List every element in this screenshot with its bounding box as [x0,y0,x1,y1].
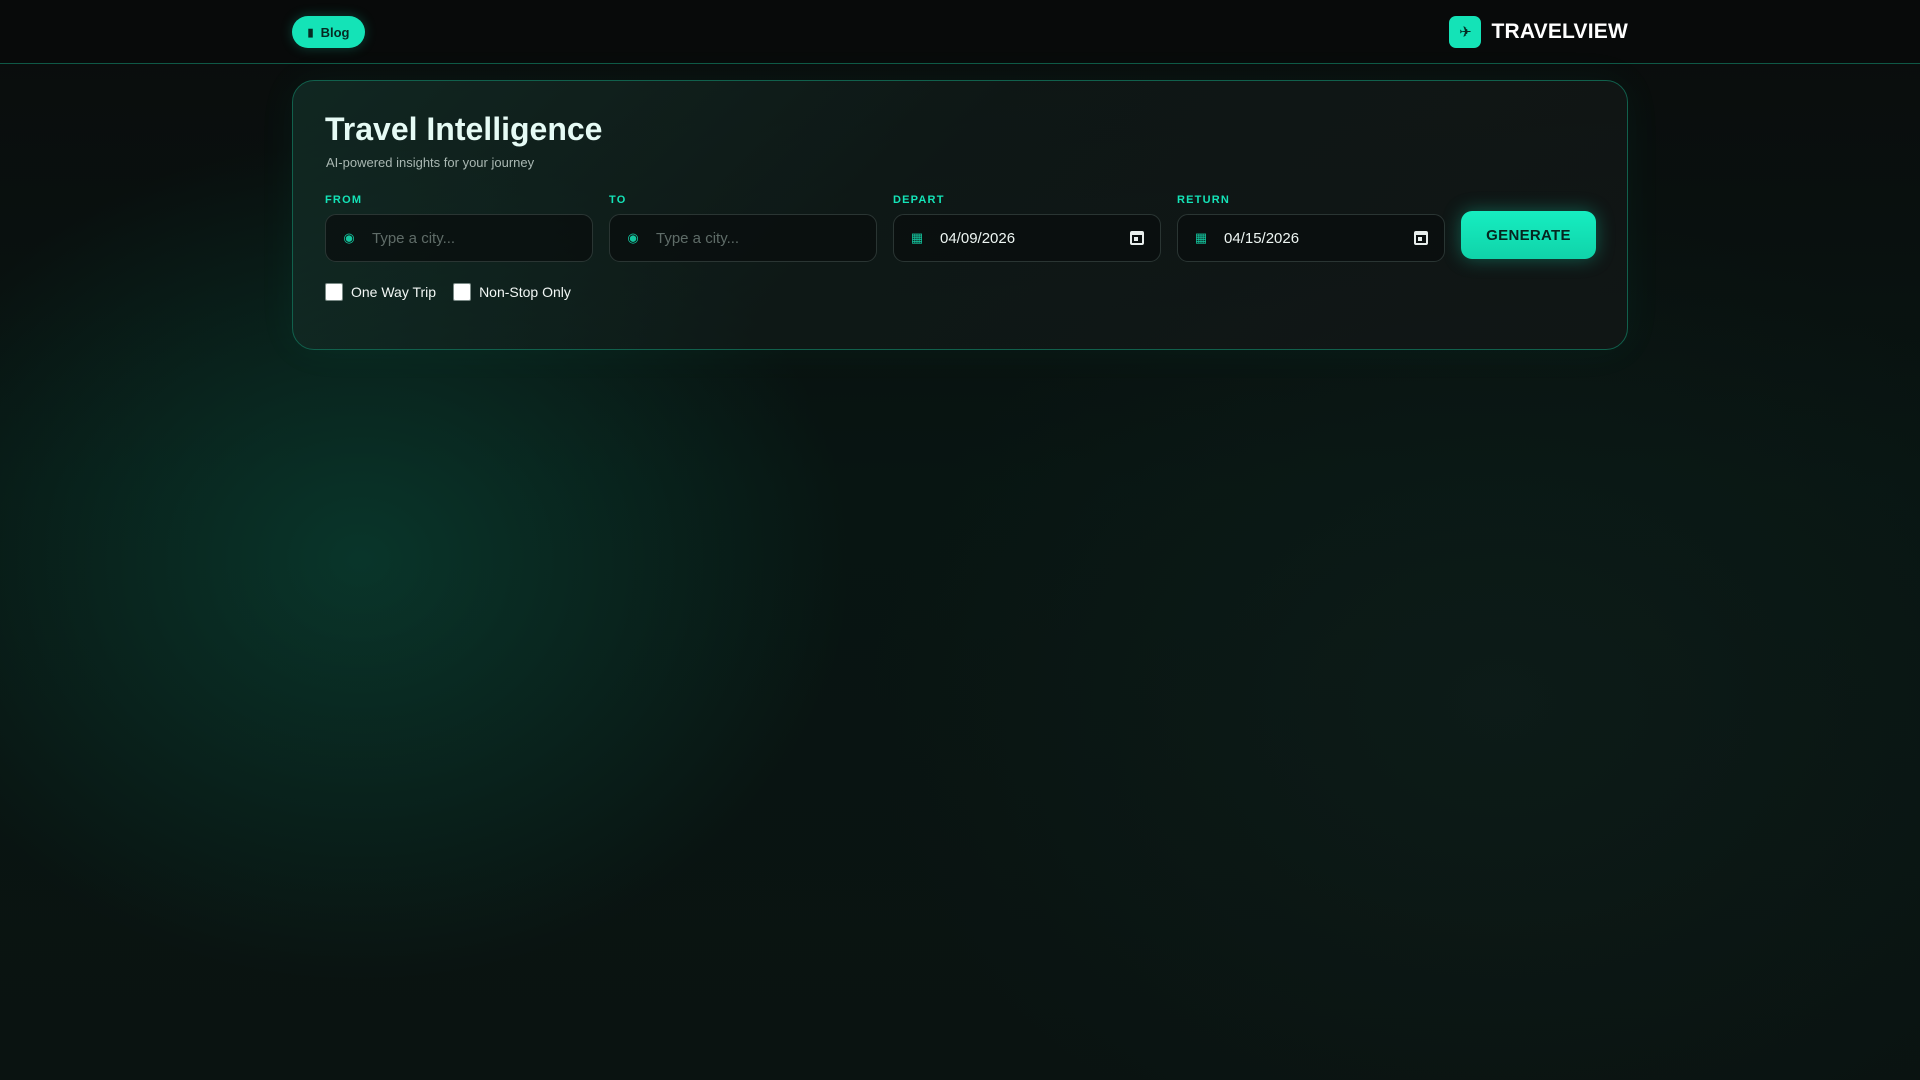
to-label: TO [609,194,627,206]
date-picker-icon[interactable] [1130,231,1144,245]
to-input[interactable]: ◉ Type a city... [609,214,877,262]
return-label: RETURN [1177,194,1231,206]
calendar-icon: ▦ [1194,230,1208,245]
book-icon: ▮ [307,26,314,39]
depart-date-input[interactable]: ▦ 04/09/2026 [893,214,1161,262]
from-input[interactable]: ◉ Type a city... [325,214,593,262]
to-field-group: TO ◉ Type a city... [609,193,877,262]
return-date-value: 04/15/2026 [1224,229,1300,247]
location-pin-icon: ◉ [343,230,355,245]
blog-button-label: Blog [320,24,350,40]
non-stop-only-label: Non-Stop Only [479,284,571,300]
from-label: FROM [325,194,363,206]
page-subtitle: AI-powered insights for your journey [326,155,535,170]
return-field-group: RETURN ▦ 04/15/2026 [1177,193,1445,262]
date-picker-icon[interactable] [1414,231,1428,245]
blog-button[interactable]: ▮ Blog [292,16,365,48]
checkbox-box[interactable] [325,283,343,301]
depart-date-value: 04/09/2026 [940,229,1016,247]
trip-options: One Way Trip Non-Stop Only [325,283,571,301]
depart-field-group: DEPART ▦ 04/09/2026 [893,193,1161,262]
page-title: Travel Intelligence [325,111,603,147]
from-field-group: FROM ◉ Type a city... [325,193,593,262]
generate-button[interactable]: GENERATE [1461,211,1596,259]
depart-label: DEPART [893,194,945,206]
one-way-trip-checkbox[interactable]: One Way Trip [325,283,436,301]
non-stop-only-checkbox[interactable]: Non-Stop Only [453,283,571,301]
to-placeholder: Type a city... [656,229,740,247]
plane-icon: ✈ [1449,16,1482,48]
brand-name: TRAVELVIEW [1491,20,1628,43]
top-navigation-bar: ▮ Blog ✈ TRAVELVIEW [0,0,1920,64]
search-card: Travel Intelligence AI-powered insights … [292,80,1628,350]
one-way-trip-label: One Way Trip [351,284,437,300]
location-pin-icon: ◉ [627,230,639,245]
checkbox-box[interactable] [453,283,472,301]
return-date-input[interactable]: ▦ 04/15/2026 [1177,214,1445,262]
from-placeholder: Type a city... [372,229,456,247]
brand[interactable]: ✈ TRAVELVIEW [1449,16,1628,48]
calendar-icon: ▦ [910,230,924,245]
